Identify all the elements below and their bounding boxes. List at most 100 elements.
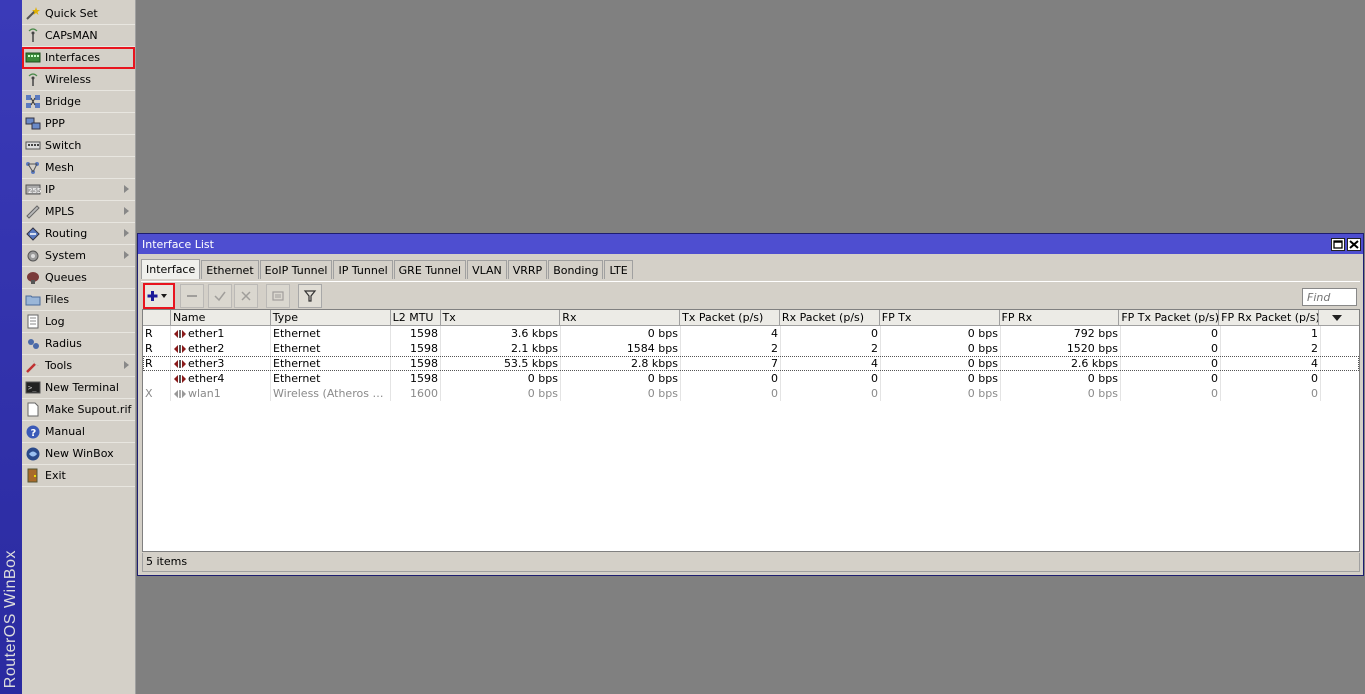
column-header-l2-mtu[interactable]: L2 MTU bbox=[391, 310, 441, 326]
mpls-icon bbox=[25, 205, 41, 219]
cell-rx-pkt: 0 bbox=[781, 386, 881, 401]
chevron-down-icon bbox=[1332, 315, 1342, 321]
close-button[interactable] bbox=[1347, 237, 1361, 251]
interface-name: ether4 bbox=[188, 372, 225, 385]
sidebar-item-label: Radius bbox=[45, 337, 82, 350]
table-row[interactable]: Xwlan1 Wireless (Atheros AR... 1600 0 bps 0 … bbox=[143, 386, 1359, 401]
tab-vrrp[interactable]: VRRP bbox=[507, 260, 548, 279]
cell-tx: 53.5 kbps bbox=[441, 356, 561, 371]
sidebar-item-radius[interactable]: Radius bbox=[22, 333, 135, 355]
sidebar-item-mpls[interactable]: MPLS bbox=[22, 201, 135, 223]
tab-ethernet[interactable]: Ethernet bbox=[201, 260, 259, 279]
sidebar-item-queues[interactable]: Queues bbox=[22, 267, 135, 289]
interfaces-icon bbox=[25, 51, 41, 65]
interface-type-icon bbox=[174, 389, 186, 398]
cell-tx: 0 bps bbox=[441, 371, 561, 386]
tab-ip-tunnel[interactable]: IP Tunnel bbox=[333, 260, 393, 279]
column-header-rx[interactable]: Rx bbox=[560, 310, 681, 326]
sidebar-item-switch[interactable]: Switch bbox=[22, 135, 135, 157]
cell-rx: 1584 bps bbox=[561, 341, 681, 356]
table-header: Name Type L2 MTU Tx Rx Tx Packet (p/s) Rx Pack… bbox=[143, 310, 1359, 326]
interface-name-cell: ether2 bbox=[171, 341, 271, 356]
cell-tx: 0 bps bbox=[441, 386, 561, 401]
cell-fp-tx-pkt: 0 bbox=[1121, 326, 1221, 341]
exit-icon bbox=[25, 468, 41, 483]
sidebar-item-label: CAPsMAN bbox=[45, 29, 98, 42]
folder-icon bbox=[25, 293, 41, 307]
sidebar-item-capsman[interactable]: CAPsMAN bbox=[22, 25, 135, 47]
sidebar-item-files[interactable]: Files bbox=[22, 289, 135, 311]
cell-tx: 2.1 kbps bbox=[441, 341, 561, 356]
sidebar-item-new-winbox[interactable]: New WinBox bbox=[22, 443, 135, 465]
sidebar-item-tools[interactable]: Tools bbox=[22, 355, 135, 377]
sidebar-item-quick-set[interactable]: Quick Set bbox=[22, 3, 135, 25]
sidebar-item-label: System bbox=[45, 249, 87, 262]
tab-vlan[interactable]: VLAN bbox=[467, 260, 507, 279]
sidebar-item-ppp[interactable]: PPP bbox=[22, 113, 135, 135]
table-row[interactable]: Rether2 Ethernet 1598 2.1 kbps 1584 bps 2 2 0 b… bbox=[143, 341, 1359, 356]
interface-type-icon bbox=[174, 344, 186, 353]
sidebar-item-mesh[interactable]: Mesh bbox=[22, 157, 135, 179]
table-body: Rether1 Ethernet 1598 3.6 kbps 0 bps 4 0 0 bps 7… bbox=[143, 326, 1359, 401]
cell-fp-rx: 792 bps bbox=[1001, 326, 1121, 341]
sidebar-item-system[interactable]: System bbox=[22, 245, 135, 267]
enable-button[interactable] bbox=[208, 284, 232, 308]
cell-type: Wireless (Atheros AR... bbox=[273, 386, 391, 401]
column-chooser-button[interactable] bbox=[1319, 310, 1359, 326]
minus-icon bbox=[187, 295, 197, 297]
column-header-fp-rx-packet-p-s[interactable]: FP Rx Packet (p/s) bbox=[1219, 310, 1319, 326]
table-row[interactable]: Rether3 Ethernet 1598 53.5 kbps 2.8 kbps 7 4 0 … bbox=[143, 356, 1359, 371]
cell-fp-tx: 0 bps bbox=[881, 356, 1001, 371]
tab-interface[interactable]: Interface bbox=[141, 259, 201, 279]
sidebar-item-exit[interactable]: Exit bbox=[22, 465, 135, 487]
column-header-tx[interactable]: Tx bbox=[441, 310, 561, 326]
cell-flag: R bbox=[143, 341, 171, 356]
cell-fp-tx-pkt: 0 bbox=[1121, 371, 1221, 386]
cell-l2mtu: 1598 bbox=[391, 356, 441, 371]
table-row[interactable]: Rether1 Ethernet 1598 3.6 kbps 0 bps 4 0 0 bps 7… bbox=[143, 326, 1359, 341]
column-header-flag[interactable] bbox=[143, 310, 171, 326]
cell-fp-rx-pkt: 0 bbox=[1221, 386, 1321, 401]
table-row[interactable]: ether4 Ethernet 1598 0 bps 0 bps 0 0 0 bps 0 bps… bbox=[143, 371, 1359, 386]
sidebar-item-ip[interactable]: 255 IP bbox=[22, 179, 135, 201]
tools-icon bbox=[25, 359, 41, 373]
cell-rx: 0 bps bbox=[561, 371, 681, 386]
tab-bonding[interactable]: Bonding bbox=[548, 260, 604, 279]
remove-button[interactable] bbox=[180, 284, 204, 308]
sidebar-item-wireless[interactable]: Wireless bbox=[22, 69, 135, 91]
column-header-fp-tx-packet-p-s[interactable]: FP Tx Packet (p/s) bbox=[1119, 310, 1220, 326]
interface-name-cell: ether4 bbox=[171, 371, 271, 386]
sidebar-item-label: Files bbox=[45, 293, 70, 306]
sidebar-item-routing[interactable]: Routing bbox=[22, 223, 135, 245]
sidebar-item-manual[interactable]: ? Manual bbox=[22, 421, 135, 443]
tab-lte[interactable]: LTE bbox=[604, 260, 633, 279]
cell-fp-tx: 0 bps bbox=[881, 386, 1001, 401]
window-titlebar[interactable]: Interface List bbox=[138, 234, 1363, 254]
maximize-button[interactable] bbox=[1331, 237, 1345, 251]
disable-button[interactable] bbox=[234, 284, 258, 308]
window-title: Interface List bbox=[142, 237, 214, 251]
column-header-fp-rx[interactable]: FP Rx bbox=[1000, 310, 1120, 326]
ip-icon: 255 bbox=[25, 183, 41, 197]
column-header-name[interactable]: Name bbox=[171, 310, 271, 326]
sidebar-item-new-terminal[interactable]: >_ New Terminal bbox=[22, 377, 135, 399]
sidebar-item-interfaces[interactable]: Interfaces bbox=[22, 47, 135, 69]
tab-gre-tunnel[interactable]: GRE Tunnel bbox=[393, 260, 467, 279]
sidebar-item-make-supout-rif[interactable]: Make Supout.rif bbox=[22, 399, 135, 421]
submenu-arrow-icon bbox=[124, 207, 129, 215]
tab-eoip-tunnel[interactable]: EoIP Tunnel bbox=[259, 260, 333, 279]
add-button[interactable] bbox=[143, 283, 175, 309]
cell-fp-tx-pkt: 0 bbox=[1121, 356, 1221, 371]
column-header-tx-packet-p-s[interactable]: Tx Packet (p/s) bbox=[680, 310, 780, 326]
filter-button[interactable] bbox=[298, 284, 322, 308]
cell-fp-tx: 0 bps bbox=[881, 341, 1001, 356]
column-header-fp-tx[interactable]: FP Tx bbox=[880, 310, 1000, 326]
sidebar-item-log[interactable]: Log bbox=[22, 311, 135, 333]
comment-button[interactable] bbox=[266, 284, 290, 308]
sidebar-item-bridge[interactable]: Bridge bbox=[22, 91, 135, 113]
column-header-rx-packet-p-s[interactable]: Rx Packet (p/s) bbox=[780, 310, 880, 326]
column-header-type[interactable]: Type bbox=[271, 310, 391, 326]
find-input[interactable] bbox=[1302, 288, 1357, 306]
sidebar-item-label: Switch bbox=[45, 139, 82, 152]
svg-text:>_: >_ bbox=[28, 384, 37, 392]
